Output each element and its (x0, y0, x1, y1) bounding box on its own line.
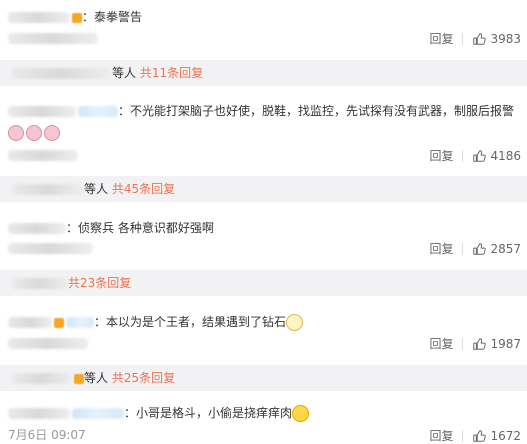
reply-summary[interactable]: 等人 共45条回复 (0, 176, 527, 202)
blurred-username[interactable] (8, 12, 70, 23)
pig-emoji-icon (44, 124, 60, 141)
reply-button[interactable]: 回复 (429, 147, 453, 164)
comment-time (8, 147, 78, 163)
comment-body: ：侦察兵 各种意识都好强啊 (8, 220, 214, 236)
like-button[interactable]: 1672 (472, 429, 521, 443)
pig-emoji-icon (26, 124, 42, 141)
thumbs-up-icon (473, 32, 487, 45)
blurred-username[interactable] (8, 223, 66, 234)
comment-actions: 回复 2857 (429, 240, 521, 257)
reply-summary[interactable]: 等人 共11条回复 (0, 60, 527, 86)
comment-body: ：本以为是个王者，结果遇到了钻石 (8, 314, 304, 331)
reply-count-link[interactable]: 共23条回复 (68, 276, 131, 290)
emoji-row (8, 124, 62, 141)
like-button[interactable]: 4186 (472, 149, 521, 163)
comment-time (8, 30, 98, 46)
laugh-cry-emoji-icon (292, 405, 310, 422)
thumbs-up-icon (473, 242, 487, 255)
like-count: 4186 (490, 148, 521, 163)
reply-summary[interactable]: 共23条回复 (0, 270, 527, 296)
blurred-username[interactable] (8, 408, 70, 419)
like-button[interactable]: 1987 (472, 337, 521, 351)
reply-button[interactable]: 回复 (429, 335, 453, 352)
comment-time: 7月6日 09:07 (8, 428, 86, 442)
comment-time (8, 335, 88, 351)
reply-button[interactable]: 回复 (429, 240, 453, 257)
like-count: 2857 (490, 241, 521, 256)
like-count: 3983 (490, 31, 521, 46)
comment-list: ：泰拳警告 回复 3983 等人 共11条回复 ：不光能打架脑子也好使，脱鞋，找… (0, 0, 527, 444)
comment-text: 泰拳警告 (94, 10, 143, 24)
comment-text: 不光能打架脑子也好使，脱鞋，找监控，先试探有没有武器，制服后报警 (130, 104, 515, 118)
like-count: 1987 (490, 336, 521, 351)
reply-count-link[interactable]: 共11条回复 (140, 66, 203, 80)
reply-button[interactable]: 回复 (429, 30, 453, 47)
blurred-username[interactable] (8, 317, 52, 328)
blurred-username[interactable] (8, 106, 76, 117)
comment-text: 小哥是格斗，小偷是挠痒痒肉 (136, 406, 293, 420)
comment-actions: 回复 1672 (429, 427, 521, 444)
thumbs-up-icon (473, 337, 487, 350)
like-button[interactable]: 2857 (472, 242, 521, 256)
like-count: 1672 (490, 428, 521, 443)
comment-actions: 回复 3983 (429, 30, 521, 47)
thumbs-up-icon (473, 149, 487, 162)
diamond-emoji-icon (286, 314, 304, 331)
user-badge-icon (72, 12, 82, 23)
comment-time (8, 240, 93, 256)
comment-actions: 回复 4186 (429, 147, 521, 164)
comment-actions: 回复 1987 (429, 335, 521, 352)
thumbs-up-icon (473, 429, 487, 442)
comment-text: 侦察兵 各种意识都好强啊 (78, 221, 214, 235)
reply-button[interactable]: 回复 (429, 427, 453, 444)
comment-text: 本以为是个王者，结果遇到了钻石 (106, 315, 287, 329)
reply-count-link[interactable]: 共45条回复 (112, 182, 175, 196)
like-button[interactable]: 3983 (472, 32, 521, 46)
comment-body: ：小哥是格斗，小偷是挠痒痒肉 (8, 405, 310, 422)
comment-body: ：泰拳警告 (8, 9, 142, 25)
comment-body: ：不光能打架脑子也好使，脱鞋，找监控，先试探有没有武器，制服后报警 (8, 103, 514, 119)
reply-summary[interactable]: 等人 共25条回复 (0, 365, 527, 391)
pig-emoji-icon (8, 124, 24, 141)
reply-count-link[interactable]: 共25条回复 (112, 371, 175, 385)
